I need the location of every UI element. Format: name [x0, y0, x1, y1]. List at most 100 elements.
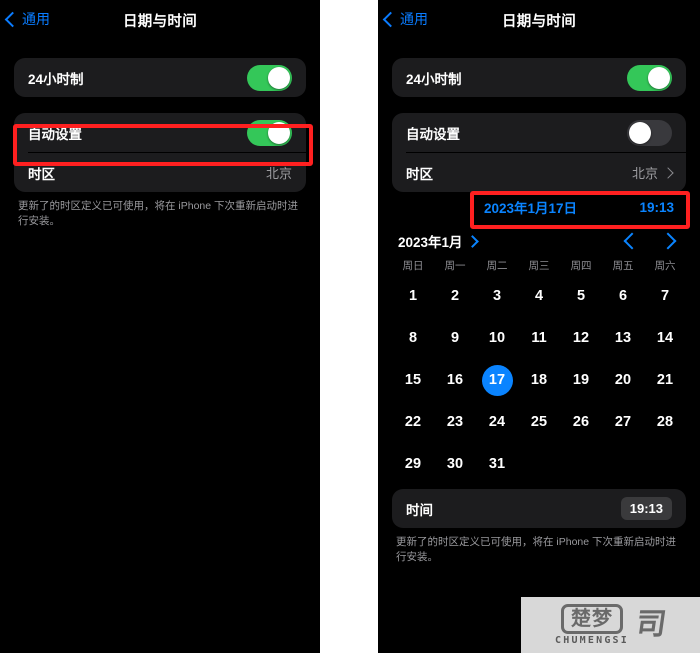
watermark-logo: 楚梦 CHUMENGSI 司: [521, 597, 700, 653]
calendar-day[interactable]: 19: [560, 372, 602, 388]
calendar-day[interactable]: 11: [518, 330, 560, 346]
calendar-day[interactable]: 29: [392, 456, 434, 472]
watermark-cn-text: 楚梦: [561, 604, 623, 634]
calendar-day[interactable]: 22: [392, 414, 434, 430]
calendar-week-row: 22 23 24 25 26 27 28: [392, 401, 686, 443]
row-timezone[interactable]: 时区 北京: [392, 153, 686, 192]
row-auto-set-label: 自动设置: [406, 126, 460, 142]
left-phone-panel: 通用 日期与时间 24小时制 自动设置 时区 北京 更新了的时区定义已可使用，将…: [0, 0, 320, 653]
chevron-right-icon: [465, 234, 479, 248]
calendar-day-selected[interactable]: 17: [476, 364, 518, 396]
calendar-day[interactable]: 31: [476, 456, 518, 472]
calendar-day[interactable]: 28: [644, 414, 686, 430]
calendar-day[interactable]: 3: [476, 288, 518, 304]
calendar-day[interactable]: 24: [476, 414, 518, 430]
row-timezone-value: 北京: [265, 166, 292, 181]
weekday-label: 周二: [486, 260, 508, 272]
screenshot-stage: 通用 日期与时间 24小时制 自动设置 时区 北京 更新了的时区定义已可使用，将…: [0, 0, 700, 653]
calendar-day[interactable]: 4: [518, 288, 560, 304]
weekday-label: 周一: [444, 260, 466, 272]
calendar-week-row: 8 9 10 11 12 13 14: [392, 317, 686, 359]
row-timezone[interactable]: 时区 北京: [14, 153, 306, 192]
row-timezone-value: 北京: [631, 166, 658, 181]
calendar-month-button[interactable]: 2023年1月: [398, 231, 479, 251]
right-navbar: 通用 日期与时间: [378, 0, 700, 42]
page-title: 日期与时间: [502, 14, 576, 30]
calendar-weekday-row: 周日 周一 周二 周三 周四 周五 周六: [392, 254, 686, 275]
row-timezone-value-group: 北京: [266, 163, 292, 182]
calendar-month-label: 2023年1月: [398, 235, 463, 250]
calendar-day[interactable]: 30: [434, 456, 476, 472]
toggle-24hour[interactable]: [247, 64, 292, 91]
calendar-day[interactable]: 1: [392, 288, 434, 304]
toggle-auto-set[interactable]: [627, 119, 672, 146]
row-24hour[interactable]: 24小时制: [14, 58, 306, 97]
calendar-day[interactable]: 5: [560, 288, 602, 304]
page-title: 日期与时间: [123, 14, 197, 30]
toggle-knob: [268, 66, 290, 89]
calendar-day[interactable]: 6: [602, 288, 644, 304]
time-value-button[interactable]: 19:13: [639, 200, 674, 215]
watermark-mark: 司: [633, 607, 669, 642]
chevron-left-icon[interactable]: [623, 232, 641, 250]
row-timezone-label: 时区: [28, 166, 55, 182]
row-timezone-value-group: 北京: [631, 163, 674, 182]
calendar-day[interactable]: 26: [560, 414, 602, 430]
calendar-day[interactable]: 23: [434, 414, 476, 430]
weekday-label: 周六: [654, 260, 676, 272]
calendar-day[interactable]: 9: [434, 330, 476, 346]
left-footnote: 更新了的时区定义已可使用，将在 iPhone 下次重新启动时进行安装。: [18, 200, 299, 228]
calendar-day[interactable]: 27: [602, 414, 644, 430]
toggle-24hour[interactable]: [627, 64, 672, 91]
calendar-week-row: 1 2 3 4 5 6 7: [392, 275, 686, 317]
calendar-day[interactable]: 20: [602, 372, 644, 388]
toggle-knob: [648, 66, 670, 89]
chevron-right-icon: [662, 166, 674, 179]
row-auto-set[interactable]: 自动设置: [392, 113, 686, 152]
left-hour24-card: 24小时制: [14, 58, 306, 97]
calendar-header: 2023年1月: [392, 228, 686, 254]
time-row: 时间 19:13: [392, 489, 686, 528]
calendar-day[interactable]: 16: [434, 372, 476, 388]
time-row-value[interactable]: 19:13: [620, 497, 672, 520]
right-hour24-card: 24小时制: [392, 58, 686, 97]
left-auto-card: 自动设置 时区 北京: [14, 113, 306, 192]
calendar-day[interactable]: 8: [392, 330, 434, 346]
weekday-label: 周五: [612, 260, 634, 272]
right-settings-card: 自动设置 时区 北京: [392, 113, 686, 192]
weekday-label: 周四: [570, 260, 592, 272]
watermark-en-text: CHUMENGSI: [555, 635, 629, 646]
toggle-knob: [629, 121, 651, 144]
calendar-day[interactable]: 14: [644, 330, 686, 346]
calendar-day[interactable]: 18: [518, 372, 560, 388]
chevron-right-icon[interactable]: [659, 232, 677, 250]
calendar-day[interactable]: 15: [392, 372, 434, 388]
row-24hour-label: 24小时制: [406, 71, 462, 87]
date-value-button[interactable]: 2023年1月17日: [484, 197, 577, 217]
row-auto-set[interactable]: 自动设置: [14, 113, 306, 152]
row-auto-set-label: 自动设置: [28, 126, 82, 142]
left-navbar: 通用 日期与时间: [0, 0, 320, 42]
calendar-day[interactable]: 7: [644, 288, 686, 304]
calendar-day[interactable]: 2: [434, 288, 476, 304]
calendar-day[interactable]: 21: [644, 372, 686, 388]
calendar-day[interactable]: 13: [602, 330, 644, 346]
watermark-badge: 楚梦 CHUMENGSI: [555, 604, 629, 646]
datetime-picker-row: 2023年1月17日 19:13: [392, 192, 686, 222]
calendar-day[interactable]: 25: [518, 414, 560, 430]
calendar-week-row: 15 16 17 18 19 20 21: [392, 359, 686, 401]
weekday-label: 周日: [402, 260, 424, 272]
weekday-label: 周三: [528, 260, 550, 272]
row-timezone-label: 时区: [406, 166, 433, 182]
time-row-label: 时间: [406, 502, 433, 518]
row-24hour[interactable]: 24小时制: [392, 58, 686, 97]
calendar-day[interactable]: 10: [476, 330, 518, 346]
calendar: 2023年1月 周日 周一 周二 周三 周四 周五 周六 1 2 3 4 5 6…: [392, 228, 686, 485]
calendar-nav-group: [623, 232, 680, 250]
toggle-auto-set[interactable]: [247, 119, 292, 146]
calendar-day-selected-circle: 17: [481, 364, 513, 396]
right-phone-panel: 通用 日期与时间 24小时制 自动设置 时区 北京 2023年1月17日 19:…: [378, 0, 700, 653]
calendar-day[interactable]: 12: [560, 330, 602, 346]
calendar-week-row: 29 30 31: [392, 443, 686, 485]
row-24hour-label: 24小时制: [28, 71, 84, 87]
